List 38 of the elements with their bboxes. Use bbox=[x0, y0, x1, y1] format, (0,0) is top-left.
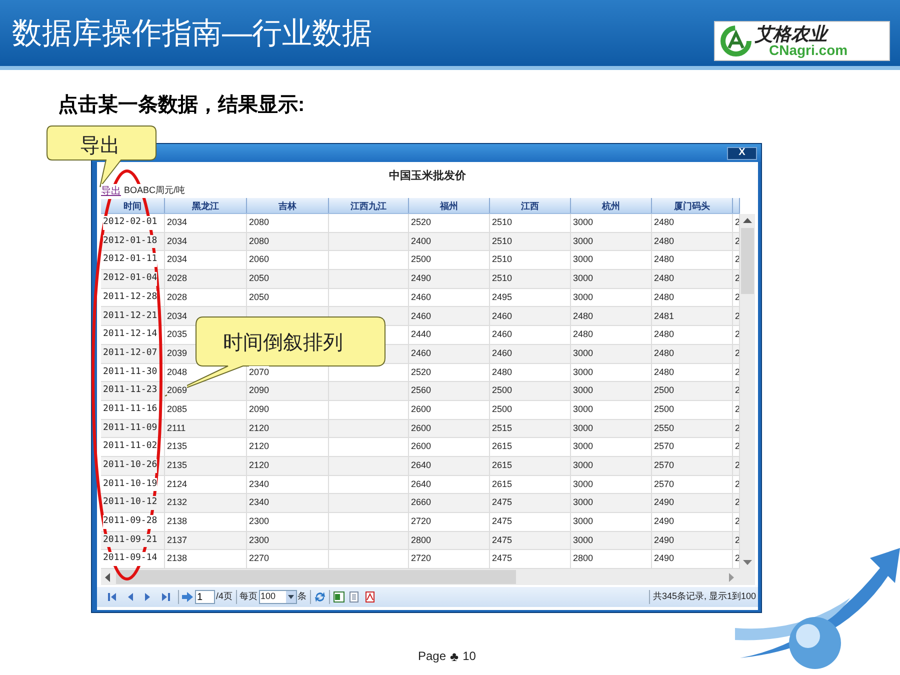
unit-label: BOABC周元/吨 bbox=[124, 184, 186, 198]
table-cell: 2012-01-18 bbox=[103, 234, 158, 248]
table-cell: 2069 bbox=[167, 384, 188, 398]
table-cell: 2011-10-26 bbox=[103, 459, 158, 473]
page-number: 10 bbox=[462, 648, 476, 665]
table-cell: 2011-09-28 bbox=[103, 515, 158, 529]
table-cell: 2012-01-04 bbox=[103, 272, 158, 286]
column-header[interactable]: 江西九江 bbox=[329, 198, 409, 213]
slide-title: 数据库操作指南—行业数据 bbox=[12, 16, 372, 52]
logo-name: 艾格农业 bbox=[755, 25, 830, 43]
club-symbol: ♣ bbox=[450, 650, 459, 662]
table-cell: 2011-10-19 bbox=[103, 478, 158, 492]
export-link[interactable]: 导出 bbox=[101, 184, 121, 198]
per-page-unit: 条 bbox=[298, 590, 307, 604]
column-header[interactable]: 江西 bbox=[490, 198, 571, 213]
callout-text: 导出 bbox=[80, 134, 120, 159]
table-cell: 2012-01-11 bbox=[103, 253, 158, 267]
table-cell: 2011-09-21 bbox=[103, 534, 158, 548]
column-header[interactable]: 时间 bbox=[101, 198, 165, 213]
logo-domain: CNagri.com bbox=[769, 43, 848, 57]
close-button[interactable]: X bbox=[727, 146, 757, 160]
table-cell: 2012-02-01 bbox=[103, 216, 158, 230]
page-count: /4页 bbox=[216, 590, 233, 604]
page-label: Page bbox=[418, 648, 446, 665]
column-header[interactable]: 厦门码头 bbox=[652, 198, 733, 213]
table-cell: 2011-10-12 bbox=[103, 496, 158, 510]
column-header[interactable]: 黑龙江 bbox=[165, 198, 247, 213]
column-header[interactable]: 吉林 bbox=[247, 198, 329, 213]
slide-subtitle: 点击某一条数据，结果显示: bbox=[58, 94, 305, 116]
per-page-label: 每页 bbox=[240, 590, 258, 604]
per-page-select[interactable]: 100 bbox=[258, 590, 297, 604]
table-cell: 2011-09-14 bbox=[103, 552, 158, 566]
record-summary: 共345条记录, 显示1到100 bbox=[652, 590, 757, 604]
page-input[interactable]: 1 bbox=[195, 590, 215, 604]
column-header[interactable]: 福州 bbox=[409, 198, 490, 213]
column-header[interactable]: 杭州 bbox=[571, 198, 652, 213]
table-cell: 2011-11-02 bbox=[103, 440, 158, 454]
table-title: 中国玉米批发价 bbox=[389, 168, 466, 184]
